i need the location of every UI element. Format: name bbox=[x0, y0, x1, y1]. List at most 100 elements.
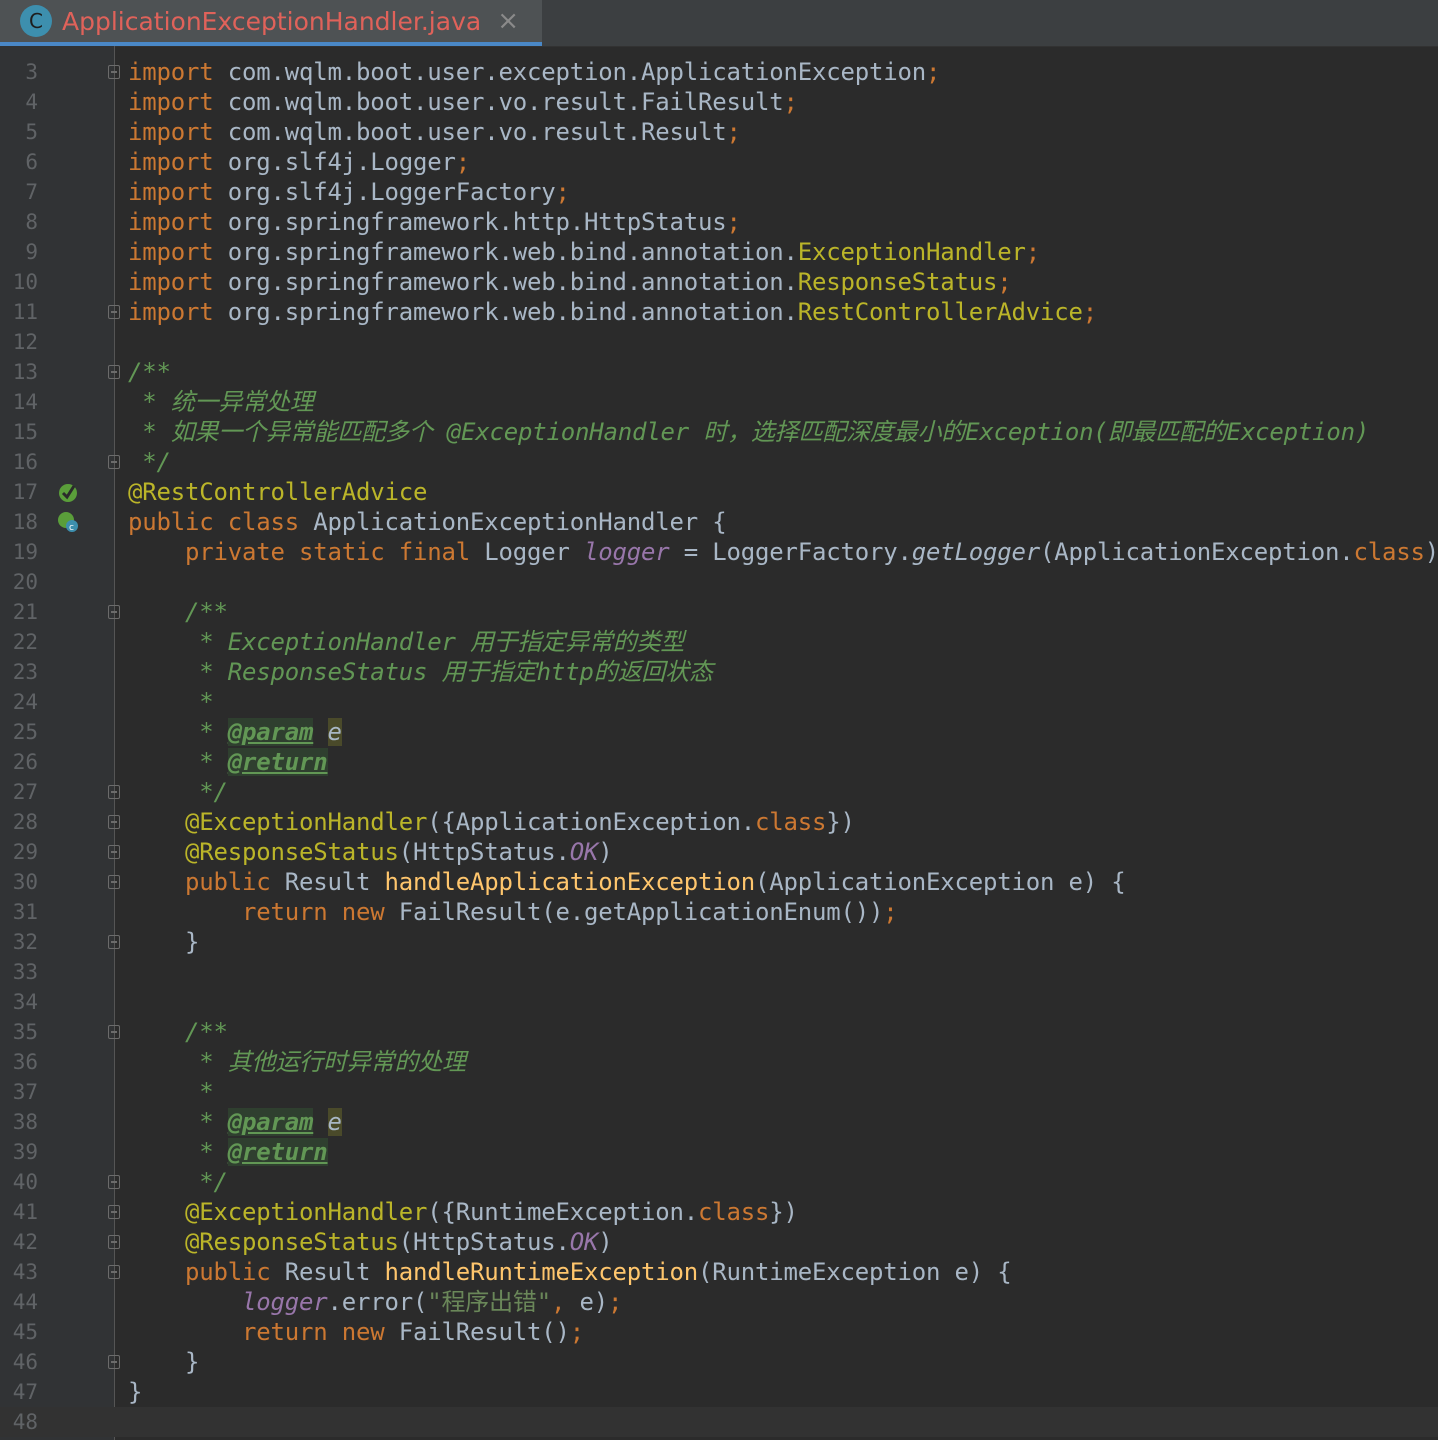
code-line[interactable]: 26 * @return bbox=[0, 747, 1438, 777]
code-editor[interactable]: 3 import com.wqlm.boot.user.exception.App… bbox=[0, 46, 1438, 1440]
code-line[interactable]: 33 bbox=[0, 957, 1438, 987]
fold-marker-icon[interactable] bbox=[108, 455, 120, 469]
code-line[interactable]: 40 */ bbox=[0, 1167, 1438, 1197]
fold-marker-icon[interactable] bbox=[108, 305, 120, 319]
fold-marker-icon[interactable] bbox=[108, 605, 120, 619]
line-number: 17 bbox=[12, 480, 38, 504]
java-class-icon: C bbox=[20, 5, 52, 37]
close-icon[interactable]: × bbox=[497, 6, 519, 36]
code-line[interactable]: 6 import org.slf4j.Logger; bbox=[0, 147, 1438, 177]
code-line[interactable]: 48 bbox=[0, 1407, 1438, 1437]
code-text: @ResponseStatus(HttpStatus.OK) bbox=[185, 1228, 613, 1256]
fold-marker-icon[interactable] bbox=[108, 65, 120, 79]
code-line[interactable]: 14 * 统一异常处理 bbox=[0, 387, 1438, 417]
code-line[interactable]: 17 @RestControllerAdvice bbox=[0, 477, 1438, 507]
code-line[interactable]: 20 bbox=[0, 567, 1438, 597]
fold-marker-icon[interactable] bbox=[108, 1205, 120, 1219]
file-tab[interactable]: C ApplicationExceptionHandler.java × bbox=[0, 0, 542, 46]
code-text: */ bbox=[128, 778, 228, 806]
fold-marker-icon[interactable] bbox=[108, 365, 120, 379]
code-line[interactable]: 11 import org.springframework.web.bind.an… bbox=[0, 297, 1438, 327]
code-line[interactable]: 30 public Result handleApplicationExcept… bbox=[0, 867, 1438, 897]
line-number: 24 bbox=[12, 690, 38, 714]
line-number: 44 bbox=[12, 1290, 38, 1314]
code-line[interactable]: 24 * bbox=[0, 687, 1438, 717]
code-text: * 如果一个异常能匹配多个 @ExceptionHandler 时，选择匹配深度… bbox=[128, 418, 1370, 446]
fold-marker-icon[interactable] bbox=[108, 1355, 120, 1369]
line-number: 13 bbox=[12, 360, 38, 384]
code-text: import com.wqlm.boot.user.vo.result.Resu… bbox=[128, 118, 741, 146]
spring-class-icon[interactable]: c bbox=[56, 510, 80, 534]
code-text: @RestControllerAdvice bbox=[128, 478, 428, 506]
code-line[interactable]: 42 @ResponseStatus(HttpStatus.OK) bbox=[0, 1227, 1438, 1257]
code-line[interactable]: 5 import com.wqlm.boot.user.vo.result.Res… bbox=[0, 117, 1438, 147]
fold-marker-icon[interactable] bbox=[108, 845, 120, 859]
code-line[interactable]: 28 @ExceptionHandler({ApplicationExcepti… bbox=[0, 807, 1438, 837]
code-line[interactable]: 19 private static final Logger logger = … bbox=[0, 537, 1438, 567]
fold-marker-icon[interactable] bbox=[108, 1175, 120, 1189]
code-line[interactable]: 13 /** bbox=[0, 357, 1438, 387]
line-number: 20 bbox=[12, 570, 38, 594]
code-line[interactable]: 43 public Result handleRuntimeException(… bbox=[0, 1257, 1438, 1287]
line-number: 34 bbox=[12, 990, 38, 1014]
code-line[interactable]: 36 * 其他运行时异常的处理 bbox=[0, 1047, 1438, 1077]
fold-marker-icon[interactable] bbox=[108, 815, 120, 829]
line-number: 48 bbox=[12, 1410, 38, 1434]
code-line[interactable]: 32 } bbox=[0, 927, 1438, 957]
code-line[interactable]: 47} bbox=[0, 1377, 1438, 1407]
code-line[interactable]: 16 */ bbox=[0, 447, 1438, 477]
code-line[interactable]: 44 logger.error("程序出错", e); bbox=[0, 1287, 1438, 1317]
code-line[interactable]: 34 bbox=[0, 987, 1438, 1017]
code-line[interactable]: 27 */ bbox=[0, 777, 1438, 807]
code-line[interactable]: 25 * @param e bbox=[0, 717, 1438, 747]
code-line[interactable]: 9 import org.springframework.web.bind.ann… bbox=[0, 237, 1438, 267]
code-line[interactable]: 12 bbox=[0, 327, 1438, 357]
code-line[interactable]: 31 return new FailResult(e.getApplicatio… bbox=[0, 897, 1438, 927]
code-text: * @param e bbox=[128, 1108, 342, 1136]
code-line[interactable]: 18 c public class ApplicationExceptionHand… bbox=[0, 507, 1438, 537]
line-number: 14 bbox=[12, 390, 38, 414]
fold-marker-icon[interactable] bbox=[108, 1265, 120, 1279]
code-line[interactable]: 7 import org.slf4j.LoggerFactory; bbox=[0, 177, 1438, 207]
code-line[interactable]: 29 @ResponseStatus(HttpStatus.OK) bbox=[0, 837, 1438, 867]
line-number: 39 bbox=[12, 1140, 38, 1164]
code-line[interactable]: 8 import org.springframework.http.HttpSta… bbox=[0, 207, 1438, 237]
fold-marker-icon[interactable] bbox=[108, 1235, 120, 1249]
line-number: 19 bbox=[12, 540, 38, 564]
fold-marker-icon[interactable] bbox=[108, 785, 120, 799]
code-line[interactable]: 46 } bbox=[0, 1347, 1438, 1377]
code-text: */ bbox=[128, 1168, 228, 1196]
line-number: 45 bbox=[12, 1320, 38, 1344]
code-line[interactable]: 41 @ExceptionHandler({RuntimeException.c… bbox=[0, 1197, 1438, 1227]
code-text: public class ApplicationExceptionHandler… bbox=[128, 508, 727, 536]
line-number: 25 bbox=[12, 720, 38, 744]
code-line[interactable]: 37 * bbox=[0, 1077, 1438, 1107]
code-line[interactable]: 4 import com.wqlm.boot.user.vo.result.Fai… bbox=[0, 87, 1438, 117]
fold-marker-icon[interactable] bbox=[108, 1025, 120, 1039]
code-line[interactable]: 15 * 如果一个异常能匹配多个 @ExceptionHandler 时，选择匹… bbox=[0, 417, 1438, 447]
code-line[interactable]: 21 /** bbox=[0, 597, 1438, 627]
line-number: 16 bbox=[12, 450, 38, 474]
editor-tab-bar: C ApplicationExceptionHandler.java × bbox=[0, 0, 1438, 47]
line-number: 6 bbox=[25, 150, 38, 174]
fold-marker-icon[interactable] bbox=[108, 935, 120, 949]
code-line[interactable]: 22 * ExceptionHandler 用于指定异常的类型 bbox=[0, 627, 1438, 657]
code-text: import org.springframework.web.bind.anno… bbox=[128, 238, 1040, 266]
code-text: } bbox=[128, 928, 200, 956]
code-text: import org.springframework.web.bind.anno… bbox=[128, 268, 1012, 296]
fold-marker-icon[interactable] bbox=[108, 875, 120, 889]
code-line[interactable]: 39 * @return bbox=[0, 1137, 1438, 1167]
code-line[interactable]: 10 import org.springframework.web.bind.an… bbox=[0, 267, 1438, 297]
code-line[interactable]: 3 import com.wqlm.boot.user.exception.App… bbox=[0, 57, 1438, 87]
code-line[interactable]: 45 return new FailResult(); bbox=[0, 1317, 1438, 1347]
code-text: /** bbox=[128, 598, 228, 626]
code-line[interactable]: 23 * ResponseStatus 用于指定http的返回状态 bbox=[0, 657, 1438, 687]
code-text: @ExceptionHandler({ApplicationException.… bbox=[185, 808, 855, 836]
line-number: 35 bbox=[12, 1020, 38, 1044]
code-text: import com.wqlm.boot.user.exception.Appl… bbox=[128, 58, 941, 86]
line-number: 38 bbox=[12, 1110, 38, 1134]
code-line[interactable]: 38 * @param e bbox=[0, 1107, 1438, 1137]
spring-bean-icon[interactable] bbox=[56, 480, 80, 504]
line-number: 12 bbox=[12, 330, 38, 354]
code-line[interactable]: 35 /** bbox=[0, 1017, 1438, 1047]
